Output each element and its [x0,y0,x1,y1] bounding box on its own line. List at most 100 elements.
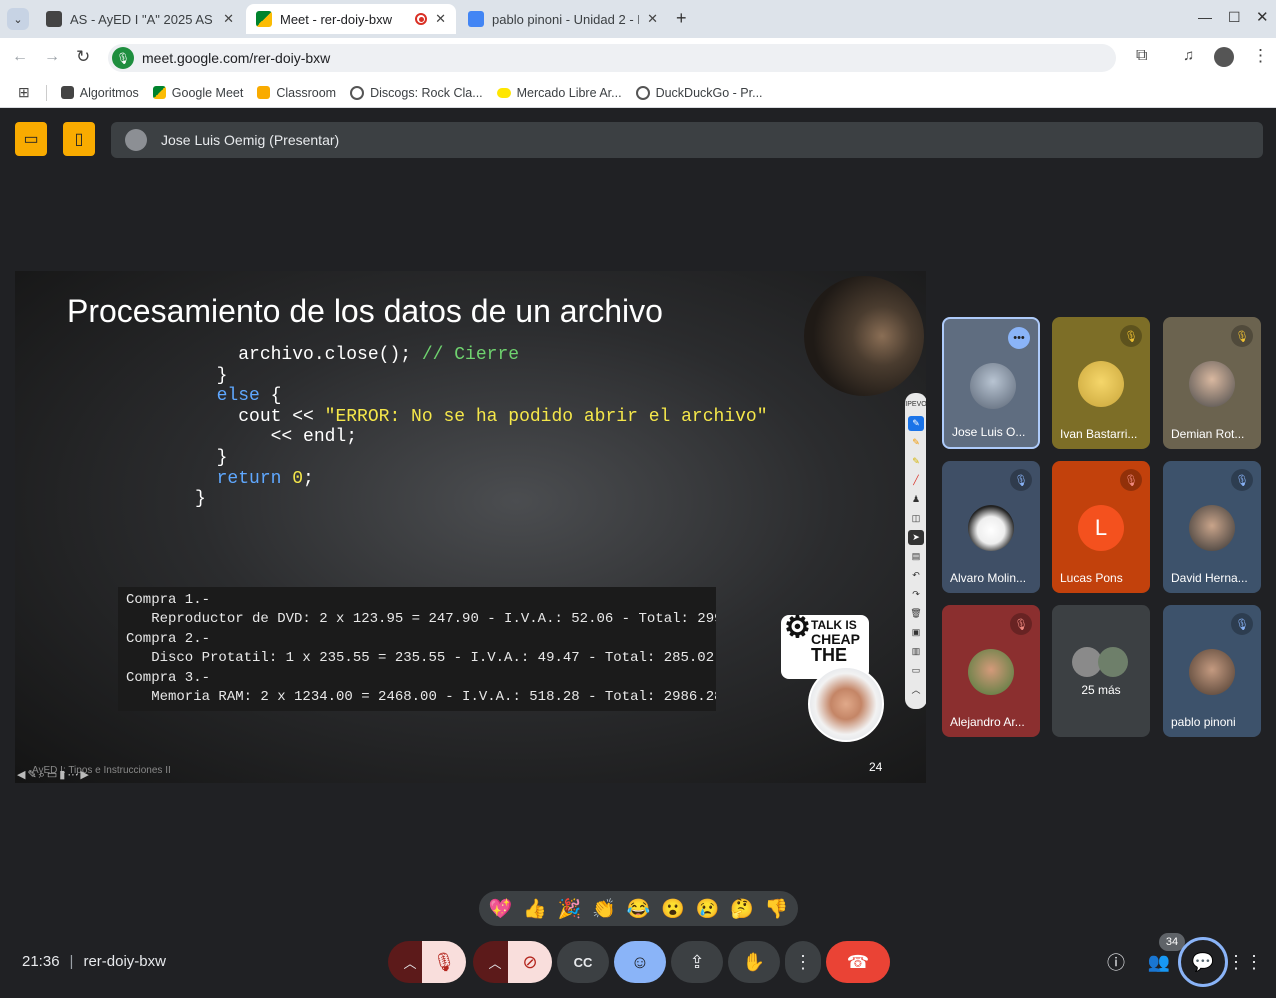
tab-bar: ⌄ AS - AyED I "A" 2025 AS - Al ✕ Meet - … [0,0,1276,38]
participant-tile[interactable]: 🎙 Alvaro Molin... [942,461,1040,593]
participant-tile[interactable]: 🎙 pablo pinoni [1163,605,1261,737]
camera-off-button[interactable]: ⊘ [508,941,552,983]
mic-off-icon: 🎙 [1120,325,1142,347]
reload-icon[interactable]: ↻ [76,47,90,67]
avatar [970,363,1016,409]
chat-button[interactable]: 💬 [1178,937,1228,987]
participant-tile[interactable]: 🎙 Alejandro Ar... [942,605,1040,737]
minimize-icon[interactable]: — [1198,9,1212,25]
captions-button[interactable]: CC [557,941,609,983]
present-screen-button[interactable]: ⇪ [671,941,723,983]
meeting-details-icon[interactable]: ⓘ [1103,949,1129,975]
classroom-bookmark-icon [60,86,74,99]
tab-meet[interactable]: Meet - rer-doiy-bxw ✕ [246,4,456,34]
more-icon[interactable]: ⋯ [67,769,80,781]
mercadolibre-icon [496,87,511,98]
pointer-icon[interactable]: ➤ [908,530,924,545]
slide-number: 24 [869,760,883,774]
leave-call-button[interactable]: ☎ [826,941,890,983]
camera-icon[interactable]: ▭ [908,663,924,678]
reaction-surprised[interactable]: 😮 [661,897,685,921]
bookmark-classroom[interactable]: Classroom [257,86,336,100]
bookmark-mercado-libre[interactable]: Mercado Libre Ar... [496,86,622,100]
console-line: Memoria RAM: 2 x 1234.00 = 2468.00 - I.V… [126,689,716,706]
close-tab-icon[interactable]: ✕ [223,11,234,27]
tab-classroom[interactable]: AS - AyED I "A" 2025 AS - Al ✕ [36,4,244,34]
profile-avatar[interactable] [1214,47,1234,67]
avatar: L [1078,505,1124,551]
reaction-sparkling-heart[interactable]: 💖 [488,897,512,921]
stop-presenting-icon[interactable]: ▭ [15,122,47,156]
reaction-party[interactable]: 🎉 [558,897,582,921]
next-slide-icon[interactable]: ▶ [80,769,90,781]
raise-hand-button[interactable]: ✋ [728,941,780,983]
close-tab-icon[interactable]: ✕ [647,11,658,27]
close-tab-icon[interactable]: ✕ [435,11,446,27]
new-tab-button[interactable]: + [676,8,687,29]
prev-slide-icon[interactable]: ◀ [17,769,27,781]
site-mic-icon: 🎙 [112,47,134,69]
mic-off-button[interactable]: 🎙 [422,941,466,983]
bookmark-google-meet[interactable]: Google Meet [152,86,243,100]
collapse-up-icon[interactable]: ︿ [908,682,924,697]
pen-tool-icon[interactable]: ✎ [908,416,924,431]
maximize-icon[interactable]: ☐ [1228,9,1241,26]
close-window-icon[interactable]: ✕ [1256,8,1269,26]
undo-icon[interactable]: ↶ [908,568,924,583]
captions-icon[interactable]: ▭ [47,769,59,781]
participant-tile[interactable]: 🎙 Ivan Bastarri... [1052,317,1150,449]
exit-fullscreen-icon[interactable]: ▯ [63,122,95,156]
mic-off-icon: 🎙 [1010,613,1032,635]
marker-yellow-icon[interactable]: ✎ [908,454,924,469]
tab-search-icon[interactable]: ⌄ [7,8,29,30]
back-icon[interactable]: ← [12,48,28,66]
reaction-sad[interactable]: 😢 [696,897,720,921]
redo-icon[interactable]: ↷ [908,587,924,602]
apps-grid-icon[interactable]: ⊞ [18,84,30,101]
activities-grid-icon[interactable]: ⋮⋮ [1227,949,1263,975]
browser-menu-icon[interactable]: ⋮ [1252,46,1269,66]
bookmark-algoritmos[interactable]: Algoritmos [60,86,139,100]
marker-red-icon[interactable]: ╱ [908,473,924,488]
image-icon[interactable]: ▣ [908,625,924,640]
tab-label: AS - AyED I "A" 2025 AS - Al [70,11,215,27]
presenter-camera-top [804,276,924,396]
participant-name: Jose Luis O... [952,425,1026,439]
participant-name: pablo pinoni [1171,715,1236,729]
reactions-button[interactable]: ☺ [614,941,666,983]
participant-tile[interactable]: ••• Jose Luis O... [942,317,1040,449]
participant-tile[interactable]: 🎙 David Herna... [1163,461,1261,593]
more-participants-tile[interactable]: 25 más [1052,605,1150,737]
reaction-laugh[interactable]: 😂 [627,897,651,921]
pen-icon[interactable]: ✎ [27,769,38,781]
participant-tile[interactable]: L 🎙 Lucas Pons [1052,461,1150,593]
extensions-icon[interactable]: ⧉ [1136,47,1147,65]
reaction-thinking[interactable]: 🤔 [730,897,754,921]
media-control-icon[interactable]: ♫ [1183,47,1194,64]
eraser-icon[interactable]: ◫ [908,511,924,526]
zoom-icon[interactable]: ⌕ [39,769,47,781]
slide-nav-controls: ◀✎⌕▭▮⋯▶ [17,768,91,782]
bookmark-duckduckgo[interactable]: DuckDuckGo - Pr... [635,85,763,100]
tab-docs[interactable]: pablo pinoni - Unidad 2 - Pa ✕ [458,4,668,34]
reaction-thumbs-up[interactable]: 👍 [523,897,547,921]
recording-icon [415,13,428,25]
address-bar[interactable]: 🎙 meet.google.com/rer-doiy-bxw [108,44,1116,72]
mic-off-icon: 🎙 [1010,469,1032,491]
clear-icon[interactable]: ▤ [908,549,924,564]
more-options-button[interactable]: ⋮ [785,941,821,983]
participant-tile[interactable]: 🎙 Demian Rot... [1163,317,1261,449]
marker-orange-icon[interactable]: ✎ [908,435,924,450]
forward-icon[interactable]: → [44,48,60,66]
book-icon[interactable]: ▥ [908,644,924,659]
meeting-info: 21:36 | rer-doiy-bxw [22,953,166,970]
trash-icon[interactable]: 🗑 [908,606,924,621]
participant-name: Demian Rot... [1171,427,1245,441]
reaction-thumbs-down[interactable]: 👎 [765,897,789,921]
stamp-icon[interactable]: ♟ [908,492,924,507]
reaction-clap[interactable]: 👏 [592,897,616,921]
people-icon[interactable]: 👥 [1146,949,1172,975]
presenter-bar: Jose Luis Oemig (Presentar) [111,122,1263,158]
bookmark-discogs[interactable]: Discogs: Rock Cla... [350,85,483,100]
more-options-icon[interactable]: ••• [1008,327,1030,349]
